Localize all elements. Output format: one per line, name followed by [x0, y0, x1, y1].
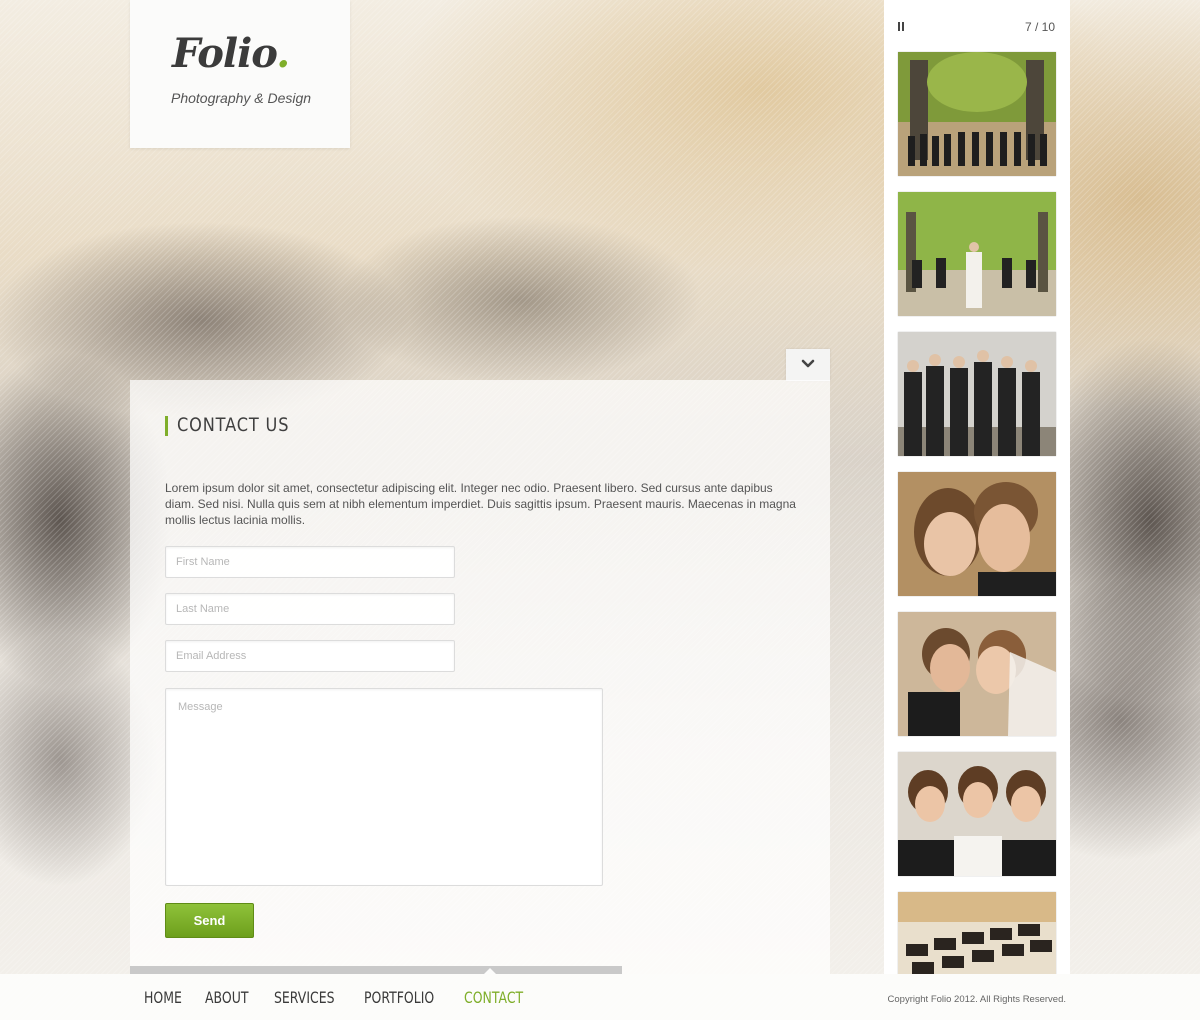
nav-about[interactable]: ABOUT — [205, 988, 248, 1007]
bride-friends-photo — [898, 752, 1056, 876]
gallery-thumbnail[interactable] — [898, 192, 1056, 316]
copyright-text: Copyright Folio 2012. All Rights Reserve… — [887, 994, 1066, 1005]
page-title: CONTACT US — [177, 414, 290, 436]
nav-contact[interactable]: CONTACT — [464, 988, 523, 1007]
gallery-thumbnail[interactable] — [898, 892, 1056, 974]
message-field[interactable] — [165, 688, 603, 886]
footer-bar: HOME ABOUT SERVICES PORTFOLIO CONTACT Co… — [0, 974, 1200, 1020]
wedding-party-photo — [898, 52, 1056, 176]
slide-counter: 7 / 10 — [1024, 20, 1055, 34]
logo-dot: . — [276, 30, 290, 77]
gallery-thumbnail[interactable] — [898, 332, 1056, 456]
slideshow-progress — [130, 966, 622, 974]
contact-intro-text: Lorem ipsum dolor sit amet, consectetur … — [165, 481, 796, 527]
gallery-thumbnail[interactable] — [898, 472, 1056, 596]
groomsmen-photo — [898, 332, 1056, 456]
nav-portfolio[interactable]: PORTFOLIO — [364, 988, 434, 1007]
logo-text: Folio — [172, 30, 277, 77]
email-field[interactable] — [165, 640, 455, 672]
gallery-thumbnail[interactable] — [898, 752, 1056, 876]
bridesmaids-photo — [898, 192, 1056, 316]
thumbnail-gallery: 7 / 10 — [884, 0, 1070, 974]
logo-box: Folio. Photography & Design — [130, 0, 350, 148]
nav-services[interactable]: SERVICES — [274, 988, 335, 1007]
place-cards-photo — [898, 892, 1056, 974]
gallery-thumbnail[interactable] — [898, 612, 1056, 736]
gallery-thumbnail[interactable] — [898, 52, 1056, 176]
send-button[interactable]: Send — [165, 903, 254, 938]
heading-accent-bar — [165, 416, 168, 436]
last-name-field[interactable] — [165, 593, 455, 625]
pause-icon[interactable] — [898, 22, 904, 31]
couple-kiss-photo — [898, 612, 1056, 736]
first-name-field[interactable] — [165, 546, 455, 578]
contact-panel: CONTACT US Lorem ipsum dolor sit amet, c… — [130, 380, 830, 974]
logo[interactable]: Folio. — [172, 30, 290, 77]
tagline: Photography & Design — [171, 90, 312, 106]
collapse-panel-button[interactable] — [786, 349, 830, 381]
nav-home[interactable]: HOME — [144, 988, 182, 1007]
couple-portrait-photo — [898, 472, 1056, 596]
chevron-down-icon — [801, 359, 815, 368]
